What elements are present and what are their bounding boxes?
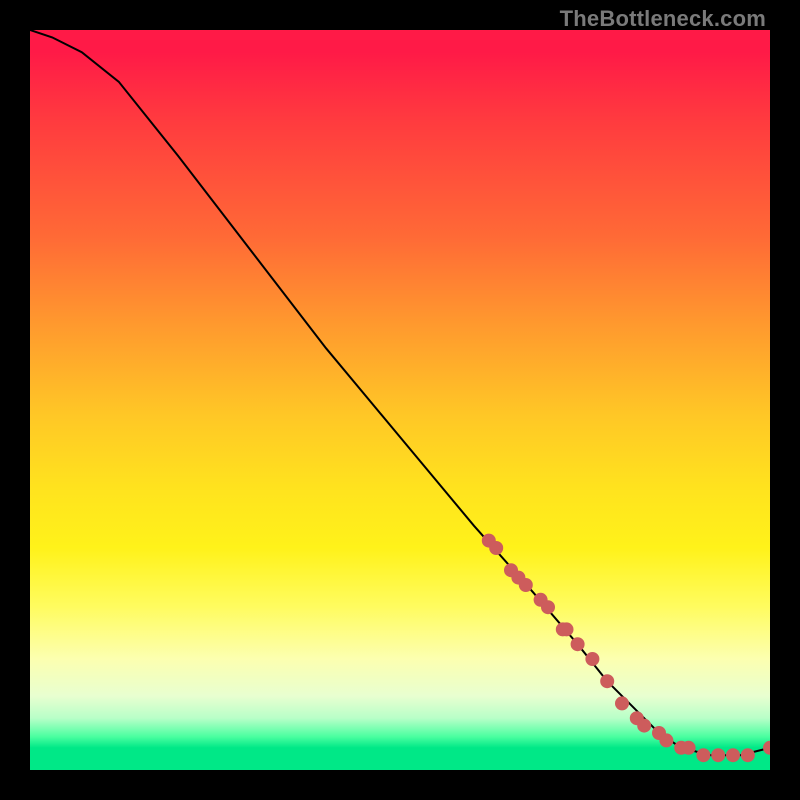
highlight-dot <box>560 623 573 636</box>
highlight-dot <box>727 749 740 762</box>
highlight-dot <box>682 741 695 754</box>
highlight-dot <box>601 675 614 688</box>
highlight-dot <box>741 749 754 762</box>
highlight-dot <box>697 749 710 762</box>
highlight-dot <box>490 542 503 555</box>
highlight-dot <box>712 749 725 762</box>
highlight-dot <box>519 579 532 592</box>
highlight-dot <box>616 697 629 710</box>
highlight-dot <box>586 653 599 666</box>
highlight-dot <box>660 734 673 747</box>
highlight-dots-group <box>482 534 770 762</box>
watermark-text: TheBottleneck.com <box>560 6 766 32</box>
chart-stage: TheBottleneck.com <box>0 0 800 800</box>
curve-line <box>30 30 770 755</box>
chart-svg <box>30 30 770 770</box>
highlight-dot <box>571 638 584 651</box>
highlight-dot <box>542 601 555 614</box>
plot-area <box>30 30 770 770</box>
highlight-dot <box>638 719 651 732</box>
